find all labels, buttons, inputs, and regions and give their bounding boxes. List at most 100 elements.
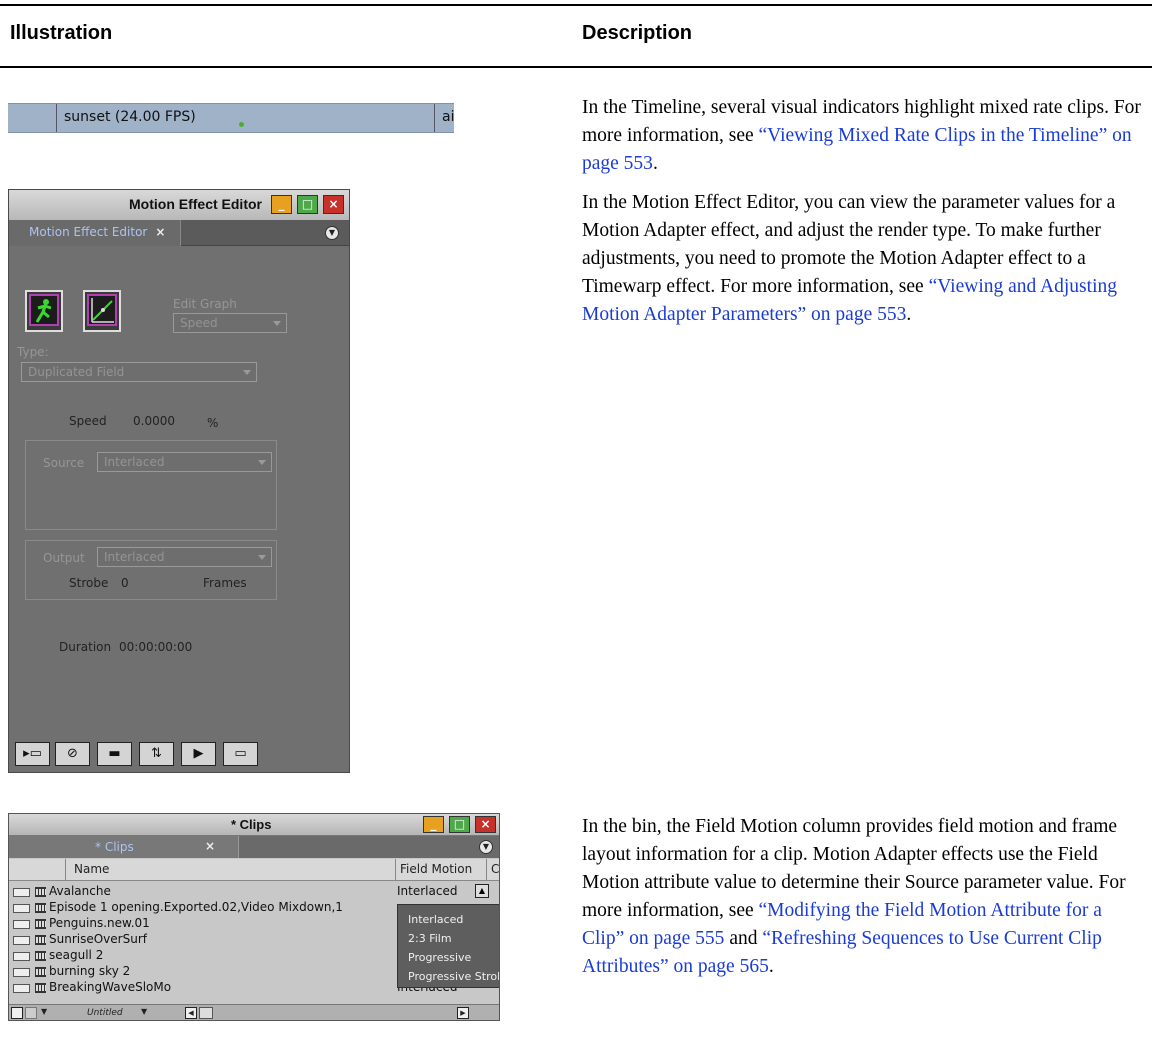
field-motion-cell[interactable]: Interlaced [397, 884, 457, 898]
play-icon[interactable]: ▶ [181, 742, 216, 766]
speed-unit: % [207, 416, 219, 430]
scroll-right-icon[interactable]: ▶ [457, 1007, 469, 1019]
clip-name: Penguins.new.01 [49, 916, 150, 930]
horizontal-scrollbar-thumb[interactable] [199, 1007, 213, 1019]
brief-view-icon[interactable] [11, 1007, 23, 1019]
edit-graph-icon[interactable] [83, 290, 121, 332]
clip-icon [35, 919, 46, 929]
menu-item-2-3-film[interactable]: 2:3 Film [408, 932, 452, 945]
type-value: Duplicated Field [28, 365, 125, 379]
edit-graph-label: Edit Graph [173, 297, 237, 311]
minimize-icon[interactable]: _ [271, 195, 292, 214]
bin-column-header: Name Field Motion C [9, 859, 499, 881]
bin-row[interactable]: BreakingWaveSloMo [9, 980, 389, 994]
output-select[interactable]: Interlaced [97, 547, 272, 567]
window-title: * Clips [231, 817, 272, 832]
maximize-icon[interactable]: □ [449, 816, 470, 833]
chevron-down-icon [243, 370, 251, 375]
close-icon[interactable]: × [323, 195, 344, 214]
chevron-down-icon[interactable]: ▼ [325, 226, 339, 240]
column-field-motion[interactable]: Field Motion [395, 859, 472, 881]
view-name[interactable]: Untitled [87, 1008, 123, 1018]
chevron-down-icon [258, 460, 266, 465]
output-value: Interlaced [104, 550, 165, 564]
bin-row[interactable]: Episode 1 opening.Exported.02,Video Mixd… [9, 900, 389, 916]
menu-item-progressive[interactable]: Progressive [408, 951, 471, 964]
clip-icon [35, 935, 46, 945]
bin-tab-bar: * Clips × ▼ [9, 836, 499, 858]
timeline-next-clip-label: airbo [442, 109, 454, 125]
promote-to-timewarp-icon[interactable]: ▸▭ [15, 742, 50, 766]
window-title: Motion Effect Editor [129, 196, 262, 212]
menu-item-progressive-strobe[interactable]: Progressive Strobe [408, 970, 499, 983]
clip-select-box[interactable] [13, 888, 30, 897]
clip-icon [35, 903, 46, 913]
render-icon[interactable]: ▬ [97, 742, 132, 766]
timeline-strip: sunset (24.00 FPS) airbo [8, 103, 454, 133]
strobe-value[interactable]: 0 [121, 576, 129, 590]
tab-close-icon[interactable]: × [155, 225, 165, 239]
tab-clips[interactable]: * Clips × [9, 836, 239, 858]
speed-value[interactable]: 0.0000 [133, 414, 175, 428]
clip-name: Avalanche [49, 884, 111, 898]
output-label: Output [43, 551, 85, 565]
column-name[interactable]: Name [65, 859, 109, 881]
description-motion-effect-editor: In the Motion Effect Editor, you can vie… [582, 189, 1142, 329]
clip-name: seagull 2 [49, 948, 104, 962]
tab-motion-effect-editor[interactable]: Motion Effect Editor × [9, 220, 181, 246]
bin-row[interactable]: burning sky 2 [9, 964, 389, 980]
edit-graph-select[interactable]: Speed [173, 313, 287, 333]
bin-row[interactable]: SunriseOverSurf [9, 932, 389, 948]
remove-effect-icon[interactable]: ⊘ [55, 742, 90, 766]
motion-effect-runner-icon[interactable] [25, 290, 63, 332]
bin-row[interactable]: seagull 2 [9, 948, 389, 964]
clip-icon [35, 983, 46, 993]
tab-close-icon[interactable]: × [205, 839, 215, 853]
timeline-clip-label: sunset (24.00 FPS) [64, 109, 196, 125]
menu-item-interlaced[interactable]: Interlaced [408, 913, 463, 926]
effect-preview-icon[interactable]: ▭ [223, 742, 258, 766]
minimize-icon[interactable]: _ [423, 816, 444, 833]
clip-select-box[interactable] [13, 984, 30, 993]
chevron-up-icon[interactable]: ▲ [475, 884, 489, 898]
bin-row[interactable]: Penguins.new.01 [9, 916, 389, 932]
clip-select-box[interactable] [13, 920, 30, 929]
column-next[interactable]: C [486, 859, 499, 881]
window-titlebar[interactable]: * Clips _ □ × [9, 814, 499, 836]
chevron-down-icon[interactable]: ▼ [41, 1007, 47, 1016]
header-rule-top [0, 4, 1152, 6]
scroll-left-icon[interactable]: ◀ [185, 1007, 197, 1019]
clip-select-box[interactable] [13, 952, 30, 961]
source-select[interactable]: Interlaced [97, 452, 272, 472]
description-mid: and [724, 928, 763, 949]
type-select[interactable]: Duplicated Field [21, 362, 257, 382]
strobe-label: Strobe [69, 576, 109, 590]
clip-select-box[interactable] [13, 936, 30, 945]
frame-view-icon[interactable] [25, 1007, 37, 1019]
clip-icon [35, 951, 46, 961]
mixed-rate-dot-icon [239, 122, 244, 127]
clip-select-box[interactable] [13, 968, 30, 977]
description-tail: . [906, 304, 912, 325]
bin-row[interactable]: Avalanche [9, 884, 389, 900]
edit-graph-value: Speed [180, 316, 218, 330]
clip-icon [35, 887, 46, 897]
clip-name: Episode 1 opening.Exported.02,Video Mixd… [49, 900, 343, 914]
close-icon[interactable]: × [475, 816, 496, 833]
type-label: Type: [17, 345, 49, 359]
field-motion-popup-menu: Interlaced 2:3 Film Progressive Progress… [397, 904, 499, 988]
clip-icon [35, 967, 46, 977]
motion-adapter-icon[interactable]: ⇅ [139, 742, 174, 766]
chevron-down-icon [273, 321, 281, 326]
window-titlebar[interactable]: Motion Effect Editor _ □ × [9, 190, 349, 220]
description-column-header: Description [582, 22, 693, 44]
clip-name: SunriseOverSurf [49, 932, 147, 946]
clips-bin-window: * Clips _ □ × * Clips × ▼ Name Field Mot… [8, 813, 500, 1021]
speed-label: Speed [69, 414, 107, 428]
illustration-column-header: Illustration [10, 22, 113, 44]
chevron-down-icon[interactable]: ▼ [479, 840, 493, 854]
chevron-down-icon[interactable]: ▼ [141, 1007, 147, 1016]
tab-label: * Clips [95, 840, 134, 854]
maximize-icon[interactable]: □ [297, 195, 318, 214]
clip-select-box[interactable] [13, 904, 30, 913]
